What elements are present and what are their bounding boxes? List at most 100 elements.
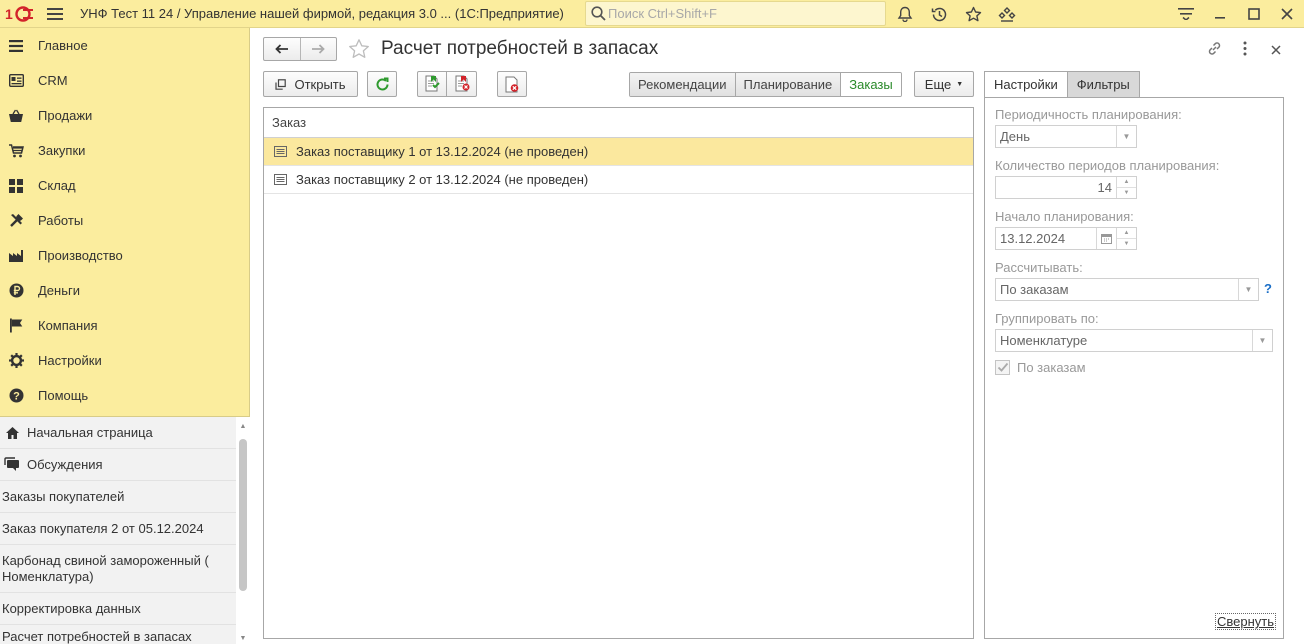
delete-document-icon (504, 76, 520, 93)
search-input[interactable] (608, 6, 878, 21)
history-item-label: Корректировка данных (2, 601, 141, 616)
back-arrow-icon[interactable] (264, 38, 301, 60)
mode-planning[interactable]: Планирование (735, 73, 842, 96)
stepper-up-icon[interactable]: ▲ (1117, 177, 1136, 188)
forward-arrow-icon[interactable] (301, 38, 337, 60)
sidebar-item-label: Помощь (38, 388, 89, 403)
periodicity-select[interactable]: День ▼ (995, 125, 1137, 148)
basket-icon (8, 108, 24, 124)
more-vertical-icon[interactable] (1242, 41, 1248, 59)
column-header-order[interactable]: Заказ (264, 108, 973, 138)
svg-text:?: ? (13, 390, 20, 402)
stepper-up-icon[interactable]: ▲ (1117, 228, 1136, 239)
sidebar-item-label: Главное (38, 38, 88, 53)
more-button-label: Еще (924, 76, 952, 92)
close-window-icon[interactable] (1270, 0, 1304, 28)
start-date-label: Начало планирования: (995, 209, 1134, 224)
history-item[interactable]: Корректировка данных (0, 593, 236, 625)
group-by-select[interactable]: Номенклатуре ▼ (995, 329, 1273, 352)
main-menu-icon[interactable] (40, 0, 70, 28)
favorites-star-icon[interactable] (956, 0, 990, 28)
by-orders-checkbox[interactable] (995, 360, 1010, 375)
scroll-thumb[interactable] (239, 439, 247, 591)
history-item[interactable]: Карбонад свиной замороженный ( Номенклат… (0, 545, 236, 593)
date-stepper-buttons[interactable]: ▲ ▼ (1116, 228, 1136, 249)
group-by-label: Группировать по: (995, 311, 1099, 326)
post-documents-button[interactable] (417, 71, 447, 97)
history-item[interactable]: Заказ покупателя 2 от 05.12.2024 (0, 513, 236, 545)
home-icon (4, 425, 20, 441)
stepper-down-icon[interactable]: ▼ (1117, 188, 1136, 198)
sidebar-item-works[interactable]: Работы (0, 203, 249, 238)
document-icon (272, 174, 288, 185)
history-item-home[interactable]: Начальная страница (0, 417, 236, 449)
history-scrollbar[interactable]: ▲ ▼ (236, 417, 250, 644)
chevron-down-icon: ▼ (956, 80, 964, 88)
chevron-down-icon[interactable]: ▼ (1252, 330, 1272, 351)
tools-icon (8, 213, 24, 229)
scroll-down-arrow-icon[interactable]: ▼ (239, 635, 247, 643)
sidebar-item-help[interactable]: ? Помощь (0, 378, 249, 413)
calculate-select[interactable]: По заказам ▼ (995, 278, 1259, 301)
mode-orders[interactable]: Заказы (841, 73, 901, 96)
refresh-button[interactable] (367, 71, 397, 97)
minimize-icon[interactable] (1203, 0, 1237, 28)
table-cell-order: Заказ поставщику 2 от 13.12.2024 (не про… (296, 172, 589, 187)
close-form-icon[interactable] (1271, 43, 1281, 58)
sidebar-item-main[interactable]: Главное (0, 28, 249, 63)
app-title: УНФ Тест 11 24 / Управление нашей фирмой… (80, 6, 564, 21)
sidebar-item-money[interactable]: Деньги (0, 273, 249, 308)
history-item-discussions[interactable]: Обсуждения (0, 449, 236, 481)
sidebar-item-warehouse[interactable]: Склад (0, 168, 249, 203)
settings-lines-icon[interactable] (1169, 0, 1203, 28)
calendar-icon[interactable] (1096, 228, 1116, 249)
periods-count-label: Количество периодов планирования: (995, 158, 1220, 173)
scroll-up-arrow-icon[interactable]: ▲ (239, 423, 247, 431)
stepper-down-icon[interactable]: ▼ (1117, 239, 1136, 249)
sidebar-item-crm[interactable]: CRM (0, 63, 249, 98)
tab-filters[interactable]: Фильтры (1066, 71, 1140, 98)
sidebar-item-label: Деньги (38, 283, 80, 298)
sidebar-item-sales[interactable]: Продажи (0, 98, 249, 133)
table-row[interactable]: Заказ поставщику 2 от 13.12.2024 (не про… (264, 166, 973, 194)
link-icon[interactable] (1206, 40, 1223, 60)
users-icon[interactable] (990, 0, 1024, 28)
mode-recommendations[interactable]: Рекомендации (630, 73, 736, 96)
history-clock-icon[interactable] (922, 0, 956, 28)
maximize-icon[interactable] (1237, 0, 1271, 28)
calculate-value: По заказам (1000, 282, 1069, 297)
chevron-down-icon[interactable]: ▼ (1116, 126, 1136, 147)
global-search[interactable] (585, 1, 886, 26)
unpost-document-icon (453, 75, 471, 93)
sidebar-item-settings[interactable]: Настройки (0, 343, 249, 378)
sidebar-item-production[interactable]: Производство (0, 238, 249, 273)
history-panel: Начальная страница Обсуждения Заказы пок… (0, 416, 250, 644)
title-bar: 1 УНФ Тест 11 24 / Управление нашей фирм… (0, 0, 1304, 28)
stepper-buttons[interactable]: ▲ ▼ (1116, 177, 1136, 198)
help-question-icon[interactable]: ? (1264, 281, 1272, 296)
chat-icon (4, 457, 20, 473)
sidebar-item-label: CRM (38, 73, 68, 88)
page-title: Расчет потребностей в запасах (381, 38, 659, 59)
collapse-link[interactable]: Свернуть (1215, 613, 1277, 630)
more-button[interactable]: Еще ▼ (914, 71, 974, 97)
periodicity-value: День (1000, 129, 1030, 144)
open-icon (275, 78, 287, 90)
by-orders-checkbox-row[interactable]: По заказам (995, 360, 1086, 375)
sidebar-item-company[interactable]: Компания (0, 308, 249, 343)
start-date-field[interactable]: 13.12.2024 ▲ ▼ (995, 227, 1137, 250)
history-item[interactable]: Заказы покупателей (0, 481, 236, 513)
periods-count-stepper[interactable]: 14 ▲ ▼ (995, 176, 1137, 199)
table-row[interactable]: Заказ поставщику 1 от 13.12.2024 (не про… (264, 138, 973, 166)
open-button[interactable]: Открыть (263, 71, 358, 97)
delete-mark-button[interactable] (497, 71, 527, 97)
chevron-down-icon[interactable]: ▼ (1238, 279, 1258, 300)
history-item[interactable]: Расчет потребностей в запасах (0, 625, 236, 644)
tab-settings[interactable]: Настройки (984, 71, 1068, 98)
sidebar: Главное CRM Продажи Закупки Склад Работы… (0, 28, 250, 644)
sidebar-item-purchases[interactable]: Закупки (0, 133, 249, 168)
favorite-star-icon[interactable] (347, 37, 371, 61)
sidebar-item-label: Работы (38, 213, 84, 228)
unpost-documents-button[interactable] (446, 71, 477, 97)
notifications-bell-icon[interactable] (888, 0, 922, 28)
